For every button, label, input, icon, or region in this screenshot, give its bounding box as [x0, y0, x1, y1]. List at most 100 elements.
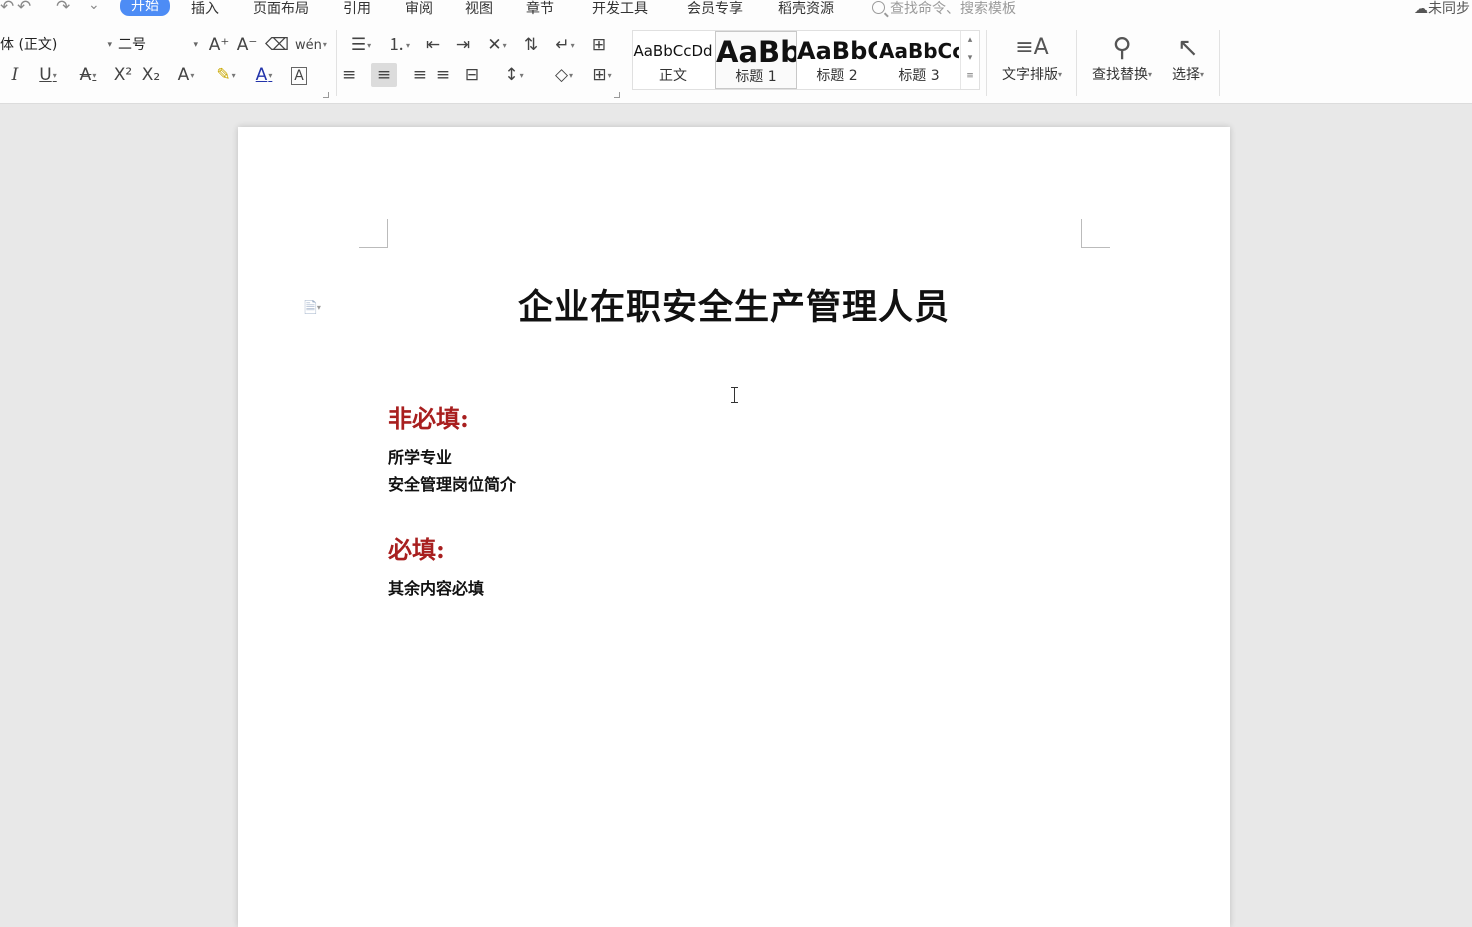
show-marks-button[interactable]: ↵▾: [548, 33, 582, 57]
chevron-down-icon: ▾: [52, 71, 57, 80]
align-center-button[interactable]: ≡: [371, 63, 397, 87]
subscript-button[interactable]: X₂: [138, 63, 164, 87]
paint-bucket-icon: ◇: [554, 65, 569, 85]
chevron-down-icon: ▾: [367, 41, 372, 50]
grow-font-button[interactable]: A⁺: [206, 33, 232, 57]
distributed-align-button[interactable]: ⊟: [459, 63, 485, 87]
chevron-up-icon[interactable]: ▴: [961, 31, 979, 49]
decrease-indent-button[interactable]: ⇤: [420, 33, 446, 57]
italic-button[interactable]: I: [2, 63, 28, 87]
line-spacing-button[interactable]: ↕▾: [496, 63, 532, 87]
bullet-list-icon: ☰: [350, 35, 367, 55]
chevron-down-icon: ▾: [1147, 70, 1152, 79]
sort-button[interactable]: ⇅: [518, 33, 544, 57]
customize-toolbar-icon[interactable]: ⌄: [88, 0, 100, 13]
tab-home[interactable]: 开始: [120, 0, 170, 16]
find-replace-button[interactable]: ⚲ 查找替换▾: [1086, 30, 1158, 84]
chevron-down-icon: ▾: [570, 41, 575, 50]
align-right-button[interactable]: ≡: [401, 63, 427, 87]
style-name: 标题 2: [816, 68, 858, 84]
paragraph-dialog-launcher[interactable]: [614, 92, 620, 98]
tab-developer[interactable]: 开发工具: [592, 0, 648, 18]
command-search-input[interactable]: 查找命令、搜索模板: [872, 0, 1016, 18]
shading-button[interactable]: ◇▾: [546, 63, 582, 87]
chevron-down-icon: ▾: [1199, 70, 1204, 79]
select-button[interactable]: ↖ 选择▾: [1164, 30, 1212, 84]
tab-references[interactable]: 引用: [343, 0, 371, 18]
font-color-icon: A: [255, 65, 268, 85]
text-cursor-icon: [731, 387, 738, 403]
margin-corner-mark: [1081, 219, 1110, 248]
style-preview: AaBbCc: [879, 39, 959, 63]
style-name: 标题 3: [898, 68, 940, 84]
increase-indent-button[interactable]: ⇥: [450, 33, 476, 57]
style-name: 正文: [659, 68, 687, 84]
optional-heading[interactable]: 非必填:: [388, 399, 469, 434]
tab-page-layout[interactable]: 页面布局: [253, 0, 309, 18]
style-heading-1[interactable]: AaBb 标题 1: [715, 31, 797, 89]
chevron-down-icon: ▾: [190, 71, 195, 80]
required-heading[interactable]: 必填:: [388, 530, 445, 565]
optional-item[interactable]: 安全管理岗位简介: [388, 471, 516, 495]
style-gallery: AaBbCcDd 正文 AaBb 标题 1 AaBbC 标题 2 AaBbCc …: [632, 30, 980, 90]
required-item[interactable]: 其余内容必填: [388, 575, 484, 599]
style-heading-3[interactable]: AaBbCc 标题 3: [879, 31, 959, 87]
search-icon: [872, 1, 885, 14]
text-effect-button[interactable]: A▾: [168, 63, 204, 87]
font-name-select[interactable]: 体 (正文) ▾: [0, 34, 114, 57]
text-layout-icon: ≡A: [1015, 35, 1049, 60]
text-layout-label: 文字排版: [1001, 67, 1058, 83]
text-effect-icon: A: [177, 65, 190, 85]
highlight-button[interactable]: ✎▾: [208, 63, 244, 87]
menu-bar: ↶ ↶ ↷ ⌄ 开始 插入 页面布局 引用 审阅 视图 章节 开发工具 会员专享…: [0, 0, 1472, 18]
document-title[interactable]: 企业在职安全生产管理人员: [238, 279, 1230, 330]
bullets-button[interactable]: ☰▾: [344, 33, 378, 57]
chevron-down-icon: ▾: [502, 41, 507, 50]
tab-stops-button[interactable]: ⊞: [586, 33, 612, 57]
undo-icon[interactable]: ↶: [17, 0, 31, 17]
divider: [1219, 30, 1220, 96]
numbering-button[interactable]: ⒈▾: [382, 33, 416, 57]
divider: [986, 30, 987, 96]
chinese-layout-icon: ✕: [487, 35, 502, 55]
font-size-select[interactable]: 二号 ▾: [118, 34, 200, 57]
tab-review[interactable]: 审阅: [405, 0, 433, 18]
phonetic-icon: wén: [295, 38, 322, 53]
redo-icon[interactable]: ↷: [56, 0, 70, 17]
phonetic-guide-button[interactable]: wén▾: [294, 33, 328, 57]
tab-member[interactable]: 会员专享: [687, 0, 743, 18]
document-page[interactable]: 🗎▾ 企业在职安全生产管理人员 非必填: 所学专业 安全管理岗位简介 必填: 其…: [238, 127, 1230, 927]
expand-gallery-icon[interactable]: ≡: [961, 67, 979, 85]
clear-format-button[interactable]: ⌫: [264, 33, 290, 57]
magnifier-icon: ⚲: [1112, 33, 1132, 63]
font-name-value: 体 (正文): [0, 37, 58, 53]
shrink-font-button[interactable]: A⁻: [234, 33, 260, 57]
chinese-layout-button[interactable]: ✕▾: [480, 33, 514, 57]
borders-button[interactable]: ⊞▾: [584, 63, 620, 87]
superscript-button[interactable]: X²: [110, 63, 136, 87]
text-layout-button[interactable]: ≡A 文字排版▾: [996, 30, 1068, 84]
sync-status[interactable]: ☁未同步: [1414, 0, 1470, 18]
style-normal[interactable]: AaBbCcDd 正文: [633, 31, 713, 87]
chevron-down-icon[interactable]: ▾: [961, 49, 979, 67]
justify-button[interactable]: ≡: [430, 63, 456, 87]
strikethrough-button[interactable]: A▾: [70, 63, 106, 87]
tab-chapter[interactable]: 章节: [526, 0, 554, 18]
font-dialog-launcher[interactable]: [323, 92, 329, 98]
tab-view[interactable]: 视图: [465, 0, 493, 18]
align-left-button[interactable]: ≡: [342, 63, 368, 87]
optional-item[interactable]: 所学专业: [388, 444, 452, 468]
underline-button[interactable]: U▾: [30, 63, 66, 87]
cursor-arrow-icon: ↖: [1177, 33, 1199, 63]
tab-insert[interactable]: 插入: [191, 0, 219, 18]
style-gallery-scroll[interactable]: ▴ ▾ ≡: [960, 31, 979, 89]
undo-icon[interactable]: ↶: [0, 0, 14, 17]
chevron-down-icon: ▾: [107, 40, 112, 50]
chevron-down-icon: ▾: [268, 71, 273, 80]
search-placeholder: 查找命令、搜索模板: [890, 1, 1016, 17]
font-color-button[interactable]: A▾: [246, 63, 282, 87]
style-heading-2[interactable]: AaBbC 标题 2: [797, 31, 877, 87]
tab-docer-resources[interactable]: 稻壳资源: [778, 0, 834, 18]
ribbon: ↶ ↶ ↷ ⌄ 开始 插入 页面布局 引用 审阅 视图 章节 开发工具 会员专享…: [0, 0, 1472, 104]
character-border-button[interactable]: A: [286, 63, 312, 87]
